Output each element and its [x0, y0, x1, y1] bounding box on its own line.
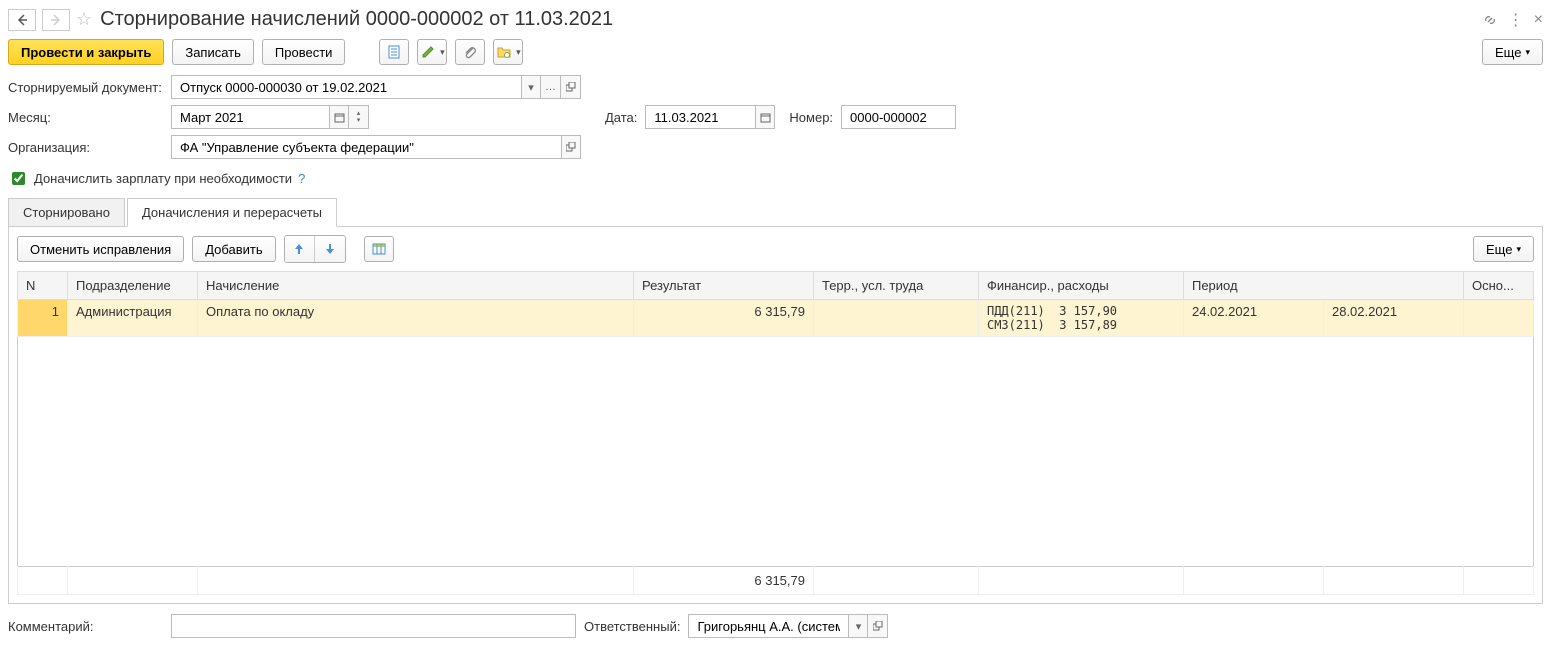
- form-area: Сторнируемый документ: ▾ … Месяц: ▴▾ Дат…: [8, 75, 1543, 188]
- arrow-right-icon: [50, 14, 62, 26]
- dropdown-icon[interactable]: ▾: [521, 75, 541, 99]
- comment-input[interactable]: [171, 614, 576, 638]
- date-input[interactable]: [645, 105, 755, 129]
- col-fin[interactable]: Финансир., расходы: [978, 272, 1183, 300]
- folder-button[interactable]: ▾: [493, 39, 523, 65]
- arrow-down-icon: [323, 242, 337, 256]
- arrow-up-icon: [292, 242, 306, 256]
- favorite-star-icon[interactable]: ☆: [76, 9, 92, 30]
- open-icon[interactable]: [868, 614, 888, 638]
- date-label: Дата:: [605, 110, 637, 125]
- col-basis[interactable]: Осно...: [1464, 272, 1534, 300]
- responsible-input[interactable]: [688, 614, 848, 638]
- post-and-close-button[interactable]: Провести и закрыть: [8, 39, 164, 65]
- month-input[interactable]: [171, 105, 329, 129]
- org-input[interactable]: [171, 135, 561, 159]
- col-result[interactable]: Результат: [633, 272, 813, 300]
- edit-button[interactable]: ▾: [417, 39, 447, 65]
- footer-row: Комментарий: Ответственный: ▾: [8, 614, 1543, 638]
- calendar-icon[interactable]: [329, 105, 349, 129]
- responsible-label: Ответственный:: [584, 619, 680, 634]
- report-button[interactable]: [379, 39, 409, 65]
- nav-back-button[interactable]: [8, 9, 36, 31]
- folder-gear-icon: [496, 44, 512, 60]
- link-icon[interactable]: [1482, 12, 1498, 28]
- help-icon[interactable]: ?: [298, 171, 305, 186]
- col-n[interactable]: N: [18, 272, 68, 300]
- month-label: Месяц:: [8, 110, 163, 125]
- tab-content: Отменить исправления Добавить Еще ▾: [8, 227, 1543, 604]
- post-button[interactable]: Провести: [262, 39, 346, 65]
- open-icon[interactable]: [561, 75, 581, 99]
- kebab-menu-icon[interactable]: ⋮: [1508, 10, 1524, 30]
- attach-button[interactable]: [455, 39, 485, 65]
- recalc-checkbox[interactable]: [12, 172, 25, 185]
- totals-row: 6 315,79: [18, 567, 1534, 595]
- page-title: Сторнирование начислений 0000-000002 от …: [100, 8, 613, 31]
- number-label: Номер:: [789, 110, 833, 125]
- add-button[interactable]: Добавить: [192, 236, 275, 262]
- comment-label: Комментарий:: [8, 619, 163, 634]
- main-toolbar: Провести и закрыть Записать Провести ▾ ▾…: [8, 39, 1543, 75]
- storn-doc-input[interactable]: [171, 75, 521, 99]
- col-terr[interactable]: Терр., усл. труда: [813, 272, 978, 300]
- tab-recalcs[interactable]: Доначисления и перерасчеты: [127, 198, 337, 227]
- move-down-button[interactable]: [315, 236, 345, 262]
- number-input[interactable]: [841, 105, 956, 129]
- col-dept[interactable]: Подразделение: [68, 272, 198, 300]
- table-row[interactable]: 1 Администрация Оплата по окладу 6 315,7…: [18, 300, 1534, 337]
- arrow-left-icon: [16, 14, 28, 26]
- paperclip-icon: [462, 44, 478, 60]
- col-period[interactable]: Период: [1183, 272, 1463, 300]
- tab-bar: Сторнировано Доначисления и перерасчеты: [8, 198, 1543, 227]
- close-icon[interactable]: ×: [1534, 11, 1543, 29]
- columns-button[interactable]: [364, 236, 394, 262]
- more-button[interactable]: Еще ▾: [1482, 39, 1543, 65]
- spinner-icon[interactable]: ▴▾: [349, 105, 369, 129]
- move-up-button[interactable]: [285, 236, 315, 262]
- org-label: Организация:: [8, 140, 163, 155]
- nav-forward-button[interactable]: [42, 9, 70, 31]
- document-icon: [386, 44, 402, 60]
- title-bar: ☆ Сторнирование начислений 0000-000002 о…: [8, 8, 1543, 39]
- calendar-icon[interactable]: [755, 105, 775, 129]
- open-icon[interactable]: [561, 135, 581, 159]
- recalc-grid[interactable]: N Подразделение Начисление Результат Тер…: [17, 271, 1534, 595]
- col-accrual[interactable]: Начисление: [198, 272, 634, 300]
- table-columns-icon: [371, 241, 387, 257]
- storn-doc-label: Сторнируемый документ:: [8, 80, 163, 95]
- tab-more-button[interactable]: Еще ▾: [1473, 236, 1534, 262]
- write-button[interactable]: Записать: [172, 39, 254, 65]
- ellipsis-icon[interactable]: …: [541, 75, 561, 99]
- tab-reversed[interactable]: Сторнировано: [8, 198, 125, 227]
- pencil-icon: [420, 44, 436, 60]
- cancel-corrections-button[interactable]: Отменить исправления: [17, 236, 184, 262]
- dropdown-icon[interactable]: ▾: [848, 614, 868, 638]
- recalc-checkbox-label: Доначислить зарплату при необходимости: [34, 171, 292, 186]
